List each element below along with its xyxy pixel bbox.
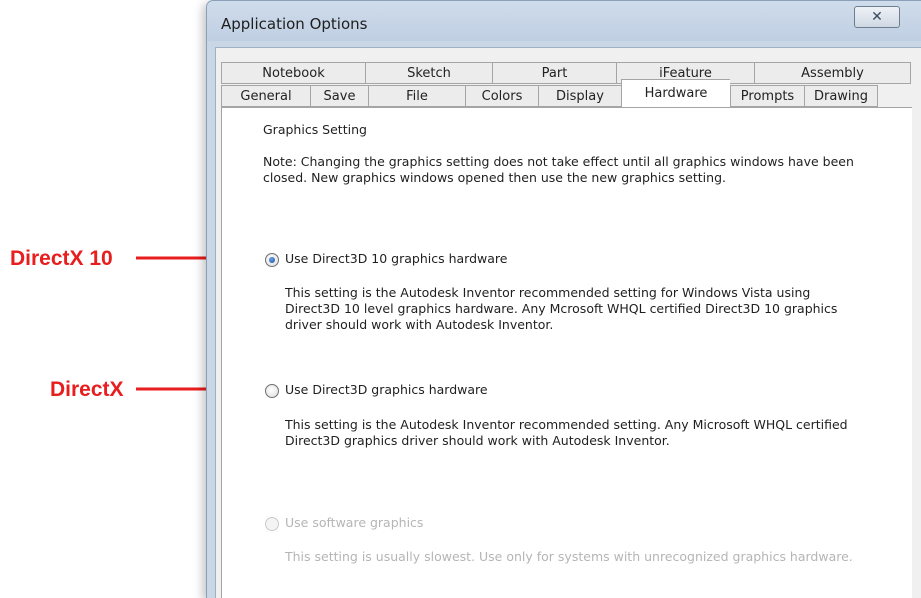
radio-direct3d[interactable] xyxy=(265,384,279,398)
tab-label: Colors xyxy=(481,88,523,104)
radio-software-graphics xyxy=(265,517,279,531)
tab-label: Drawing xyxy=(813,88,869,104)
tab-row-top: Notebook Sketch Part iFeature Assembly xyxy=(221,62,911,84)
tab-label: Notebook xyxy=(262,65,325,81)
annotation-directx: DirectX xyxy=(50,378,124,401)
close-icon: ✕ xyxy=(871,9,883,25)
option-direct3d10-label[interactable]: Use Direct3D 10 graphics hardware xyxy=(285,251,507,268)
option-direct3d-label[interactable]: Use Direct3D graphics hardware xyxy=(285,382,488,399)
dialog-title: Application Options xyxy=(221,15,368,33)
tab-hardware[interactable]: Hardware xyxy=(621,79,730,107)
tab-display[interactable]: Display xyxy=(538,85,621,107)
tab-prompts[interactable]: Prompts xyxy=(730,85,804,107)
tab-assembly[interactable]: Assembly xyxy=(754,62,911,84)
tab-label: Assembly xyxy=(801,65,864,81)
graphics-setting-label: Graphics Setting xyxy=(263,122,367,137)
tab-part[interactable]: Part xyxy=(492,62,616,84)
tab-label: Prompts xyxy=(740,88,795,104)
tab-general[interactable]: General xyxy=(221,85,310,107)
note-text-line-1: Note: Changing the graphics setting does… xyxy=(263,154,854,169)
tab-notebook[interactable]: Notebook xyxy=(221,62,365,84)
tab-row-bottom: General Save File Colors Display Hardwar… xyxy=(221,79,878,107)
option-direct3d-desc-1: This setting is the Autodesk Inventor re… xyxy=(285,417,848,432)
option-direct3d10-desc-3: driver should work with Autodesk Invento… xyxy=(285,317,554,332)
tab-label: Hardware xyxy=(644,86,708,101)
hardware-tab-panel: Graphics Setting Note: Changing the grap… xyxy=(221,107,912,598)
close-button[interactable]: ✕ xyxy=(854,6,900,28)
tab-label: Display xyxy=(556,88,604,104)
tab-label: Sketch xyxy=(407,65,451,81)
tab-file[interactable]: File xyxy=(368,85,465,107)
note-text-line-2: closed. New graphics windows opened then… xyxy=(263,170,726,185)
option-software-desc-1: This setting is usually slowest. Use onl… xyxy=(285,549,853,564)
annotation-directx10: DirectX 10 xyxy=(10,247,113,270)
tab-save[interactable]: Save xyxy=(310,85,368,107)
tab-label: Save xyxy=(323,88,356,104)
title-bar[interactable]: Application Options ✕ xyxy=(207,1,921,45)
tab-label: Part xyxy=(541,65,568,81)
tab-label: File xyxy=(406,88,428,104)
tab-drawing[interactable]: Drawing xyxy=(804,85,878,107)
radio-direct3d10[interactable] xyxy=(265,253,279,267)
tab-sketch[interactable]: Sketch xyxy=(365,62,492,84)
option-direct3d10-desc-1: This setting is the Autodesk Inventor re… xyxy=(285,285,811,300)
option-direct3d10-desc-2: Direct3D 10 level graphics hardware. Any… xyxy=(285,301,838,316)
option-software-label: Use software graphics xyxy=(285,515,424,530)
tab-colors[interactable]: Colors xyxy=(465,85,538,107)
tab-label: General xyxy=(240,88,292,104)
option-direct3d-desc-2: Direct3D graphics driver should work wit… xyxy=(285,433,670,448)
application-options-dialog: Application Options ✕ Notebook Sketch Pa… xyxy=(206,0,921,598)
